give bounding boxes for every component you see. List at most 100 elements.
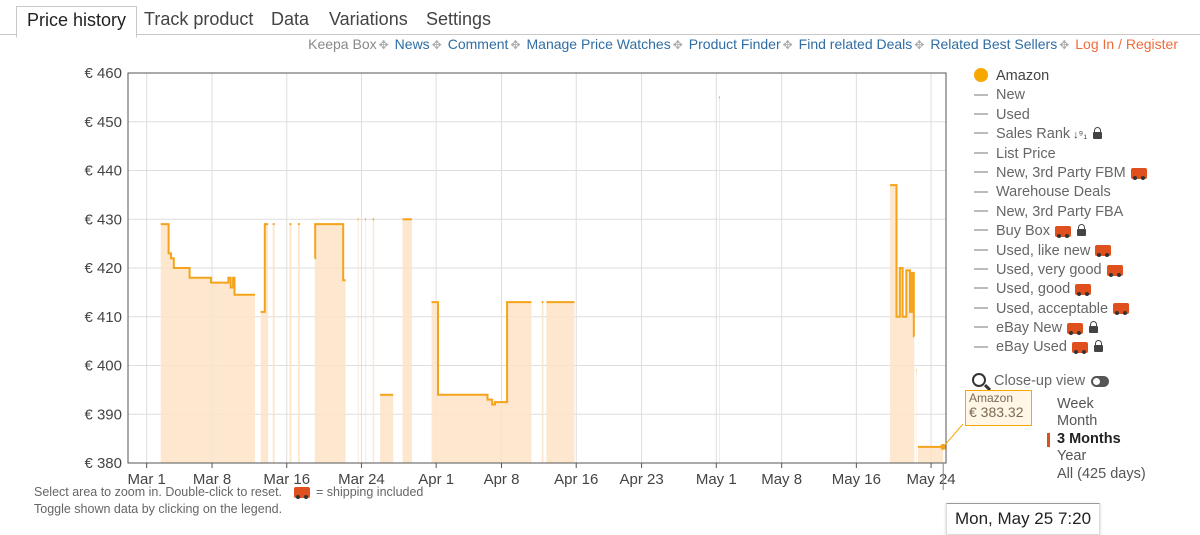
- legend-item-label: Sales Rank: [996, 126, 1071, 143]
- range-option[interactable]: Year: [1057, 448, 1146, 465]
- legend-item-label: Warehouse Deals: [996, 184, 1111, 201]
- tab-track-product[interactable]: Track product: [144, 9, 253, 30]
- series-dash-icon: [974, 112, 988, 115]
- news-link[interactable]: News: [395, 36, 430, 52]
- legend-item[interactable]: Amazon: [974, 67, 1147, 86]
- x-tick-label: Apr 1: [418, 471, 454, 488]
- legend-item[interactable]: Used, acceptable: [974, 300, 1147, 319]
- lock-icon: [1077, 223, 1086, 236]
- y-tick-label: € 460: [84, 65, 122, 82]
- shipping-truck-icon: [1055, 225, 1071, 238]
- tab-price-history[interactable]: Price history: [16, 6, 138, 38]
- legend-item[interactable]: Warehouse Deals: [974, 183, 1147, 202]
- y-tick-label: € 420: [84, 260, 122, 277]
- x-tick-label: Apr 23: [619, 471, 663, 488]
- legend-item-label: Used, acceptable: [996, 300, 1109, 317]
- legend-item-label: Used, good: [996, 281, 1071, 298]
- price-area: [402, 219, 412, 463]
- legend-item[interactable]: Used, very good: [974, 261, 1147, 280]
- related-best-sellers-link[interactable]: Related Best Sellers: [930, 36, 1057, 52]
- legend-item[interactable]: New: [974, 86, 1147, 105]
- legend-item-label: Used, very good: [996, 261, 1102, 278]
- range-option[interactable]: Week: [1057, 396, 1146, 413]
- price-area: [890, 185, 915, 463]
- price-area: [222, 277, 255, 463]
- series-dash-icon: [974, 190, 988, 193]
- legend-item[interactable]: Used, like new: [974, 242, 1147, 261]
- legend-item[interactable]: Buy Box: [974, 222, 1147, 241]
- keepa-box-link[interactable]: Keepa Box: [308, 36, 377, 52]
- price-area: [314, 224, 346, 463]
- zoom-hint-text: Select area to zoom in. Double-click to …: [34, 485, 283, 499]
- y-tick-label: € 410: [84, 309, 122, 326]
- legend-item[interactable]: New, 3rd Party FBM: [974, 164, 1147, 183]
- legend-item[interactable]: Used: [974, 106, 1147, 125]
- tooltip-value: € 383.32: [969, 404, 1024, 420]
- legend-item-label: eBay New: [996, 320, 1063, 337]
- price-area: [918, 446, 944, 463]
- y-tick-label: € 400: [84, 358, 122, 375]
- shipping-hint-text: = shipping included: [316, 485, 424, 499]
- shipping-truck-icon: [1095, 245, 1112, 258]
- series-dash-icon: [974, 248, 988, 251]
- legend-item-label: Used, like new: [996, 242, 1091, 259]
- series-dash-icon: [974, 229, 988, 232]
- legend-item-label: eBay Used: [996, 339, 1067, 356]
- price-area: [289, 224, 292, 463]
- shipping-truck-icon: [1071, 342, 1088, 355]
- legend-item[interactable]: eBay Used: [974, 338, 1147, 357]
- series-dash-icon: [974, 268, 988, 271]
- tab-variations[interactable]: Variations: [329, 9, 408, 30]
- y-tick-label: € 450: [84, 114, 122, 131]
- find-related-deals-link[interactable]: Find related Deals: [799, 36, 913, 52]
- product-finder-link[interactable]: Product Finder: [689, 36, 781, 52]
- tab-bar: Price history Track product Data Variati…: [0, 0, 1200, 38]
- legend-item-label: New, 3rd Party FBM: [996, 164, 1126, 181]
- legend-item-label: List Price: [996, 145, 1056, 162]
- series-dash-icon: [974, 171, 988, 174]
- tab-data[interactable]: Data: [271, 9, 309, 30]
- separator-icon: ✥: [672, 38, 683, 52]
- separator-icon: ✥: [510, 38, 521, 52]
- price-area: [160, 224, 223, 463]
- legend: Amazon New Used Sales Rank ↓⁹₁ List Price New,…: [974, 67, 1147, 358]
- lock-icon: [1093, 340, 1103, 353]
- closeup-view-label: Close-up view: [994, 373, 1086, 389]
- price-area: [719, 97, 720, 464]
- price-area: [365, 219, 367, 463]
- sort-icon: ↓⁹₁: [1073, 129, 1088, 142]
- price-history-chart[interactable]: € 460 € 450 € 440 € 430 € 420 € 410 € 400 € 390…: [0, 60, 970, 490]
- zoom-hint: Select area to zoom in. Double-click to …: [34, 485, 424, 500]
- separator-icon: ✥: [378, 38, 389, 52]
- price-area: [272, 224, 275, 463]
- tab-settings[interactable]: Settings: [426, 9, 491, 30]
- toggle-switch-icon[interactable]: [1091, 375, 1110, 387]
- series-dash-icon: [974, 132, 988, 135]
- separator-icon: ✥: [1059, 38, 1070, 52]
- shipping-truck-icon: [1113, 303, 1130, 316]
- legend-item[interactable]: New, 3rd Party FBA: [974, 203, 1147, 222]
- shipping-truck-icon: [1130, 167, 1147, 180]
- shipping-truck-icon: [1106, 264, 1123, 277]
- manage-price-watches-link[interactable]: Manage Price Watches: [527, 36, 671, 52]
- x-tick-label: May 16: [832, 471, 881, 488]
- price-area: [541, 302, 544, 463]
- series-dash-icon: [974, 287, 988, 290]
- closeup-view-toggle[interactable]: Close-up view: [972, 372, 1110, 389]
- crosshair-date-label: Mon, May 25 7:20: [946, 503, 1100, 535]
- legend-item[interactable]: Sales Rank ↓⁹₁: [974, 125, 1147, 144]
- comment-link[interactable]: Comment: [448, 36, 509, 52]
- series-dash-icon: [974, 326, 988, 329]
- legend-item[interactable]: eBay New: [974, 319, 1147, 338]
- legend-item[interactable]: Used, good: [974, 280, 1147, 299]
- range-option[interactable]: 3 Months: [1047, 431, 1146, 448]
- range-option[interactable]: Month: [1057, 413, 1146, 430]
- legend-item[interactable]: List Price: [974, 145, 1147, 164]
- series-dash-icon: [974, 151, 988, 154]
- separator-icon: ✥: [914, 38, 925, 52]
- login-register-link[interactable]: Log In / Register: [1075, 36, 1178, 52]
- range-option[interactable]: All (425 days): [1057, 466, 1146, 483]
- legend-item-label: New: [996, 87, 1026, 104]
- price-area: [357, 219, 359, 463]
- lock-icon: [1093, 126, 1103, 139]
